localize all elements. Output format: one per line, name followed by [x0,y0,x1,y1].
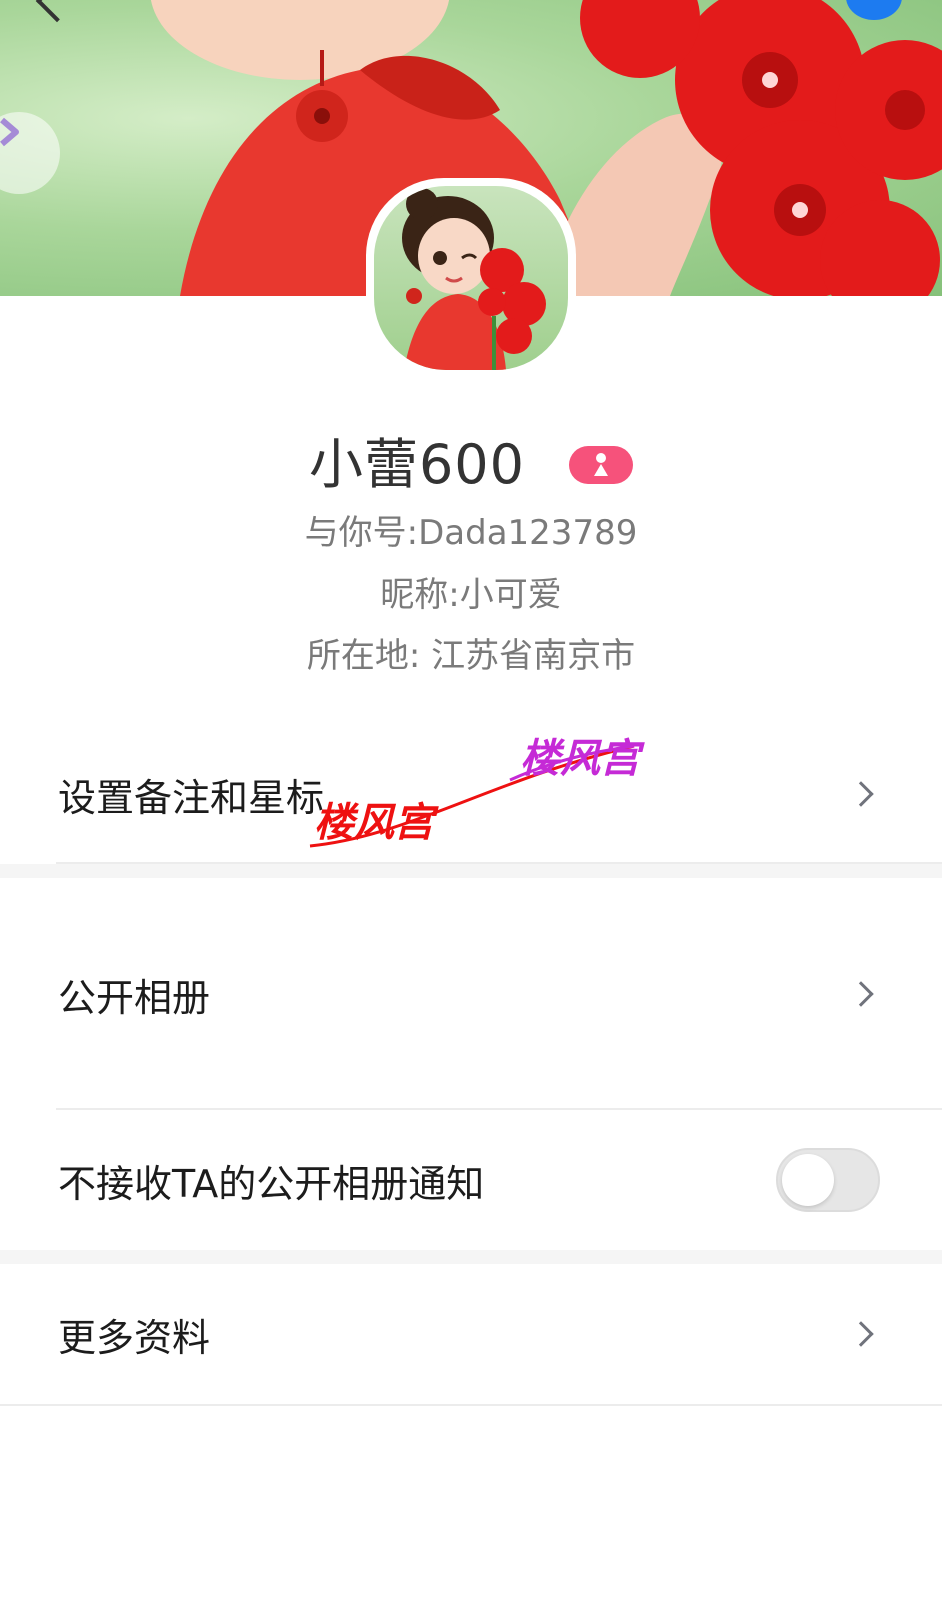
avatar-illustration [402,188,546,370]
chevron-right-icon [848,1321,874,1347]
gender-badge [569,446,634,484]
mute-album-notification-toggle[interactable] [776,1148,880,1212]
profile-name-row: 小蕾600 [0,430,942,500]
chevron-right-icon [848,981,874,1007]
profile-name: 小蕾600 [308,433,526,496]
section-gap [0,864,942,878]
public-album-label: 公开相册 [58,975,211,1020]
profile-id: 与你号:Dada123789 [304,513,638,553]
chevron-right-icon [848,781,874,807]
profile-location: 所在地: 江苏省南京市 [306,636,636,676]
watermark-text: 楼风宫 [520,736,640,782]
mute-album-notification-label: 不接收TA的公开相册通知 [58,1161,485,1206]
divider [0,1404,942,1406]
mute-album-notification-row: 不接收TA的公开相册通知 [0,1110,942,1250]
watermark-text: 楼风宫 [314,800,434,846]
profile-nickname: 昵称:小可爱 [380,575,562,615]
female-icon [594,453,609,476]
section-gap [0,1250,942,1264]
more-info-label: 更多资料 [58,1315,211,1360]
more-info-row[interactable]: 更多资料 [0,1264,942,1404]
toggle-knob [782,1154,834,1206]
swap-arrows-icon [0,117,19,147]
public-album-row[interactable]: 公开相册 [0,878,942,1110]
avatar[interactable] [366,178,576,378]
